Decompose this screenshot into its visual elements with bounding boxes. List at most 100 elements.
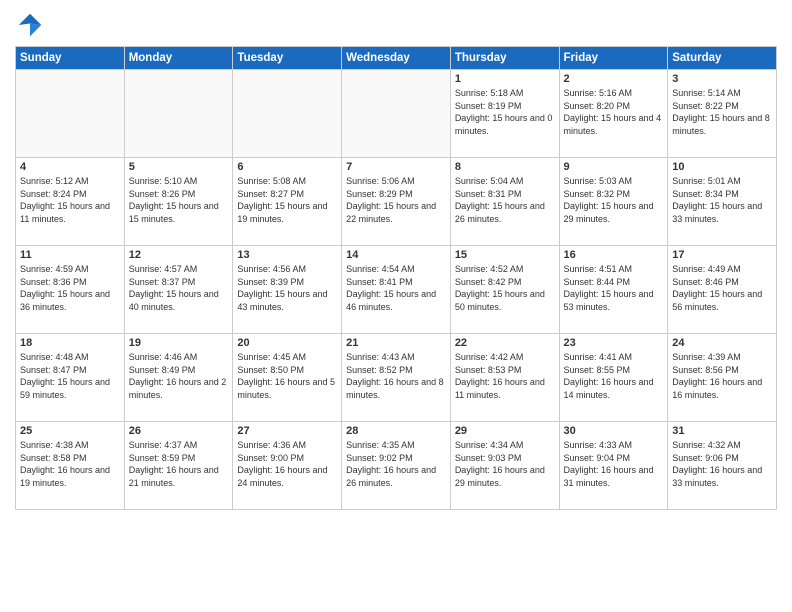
day-info: Sunrise: 5:12 AM Sunset: 8:24 PM Dayligh… xyxy=(20,175,120,225)
calendar-cell: 2 Sunrise: 5:16 AM Sunset: 8:20 PM Daylig… xyxy=(559,70,668,158)
day-info: Sunrise: 4:46 AM Sunset: 8:49 PM Dayligh… xyxy=(129,351,229,401)
day-number: 2 xyxy=(564,73,664,85)
day-info: Sunrise: 5:01 AM Sunset: 8:34 PM Dayligh… xyxy=(672,175,772,225)
page: SundayMondayTuesdayWednesdayThursdayFrid… xyxy=(0,0,792,612)
calendar-cell xyxy=(342,70,451,158)
calendar-cell: 9 Sunrise: 5:03 AM Sunset: 8:32 PM Daylig… xyxy=(559,158,668,246)
header xyxy=(15,10,777,40)
calendar-week-3: 11 Sunrise: 4:59 AM Sunset: 8:36 PM Dayli… xyxy=(16,246,777,334)
logo xyxy=(15,10,49,40)
day-info: Sunrise: 4:59 AM Sunset: 8:36 PM Dayligh… xyxy=(20,263,120,313)
calendar-cell: 22Sunrise: 4:42 AM Sunset: 8:53 PM Dayli… xyxy=(450,334,559,422)
calendar-cell: 15 Sunrise: 4:52 AM Sunset: 8:42 PM Dayli… xyxy=(450,246,559,334)
day-number: 25 xyxy=(20,425,120,437)
day-number: 17 xyxy=(672,249,772,261)
day-info: Sunrise: 4:42 AM Sunset: 8:53 PM Dayligh… xyxy=(455,351,555,401)
day-info: Sunrise: 4:41 AM Sunset: 8:55 PM Dayligh… xyxy=(564,351,664,401)
day-info: Sunrise: 4:36 AM Sunset: 9:00 PM Dayligh… xyxy=(237,439,337,489)
calendar-week-2: 4 Sunrise: 5:12 AM Sunset: 8:24 PM Daylig… xyxy=(16,158,777,246)
day-number: 27 xyxy=(237,425,337,437)
calendar-header-thursday: Thursday xyxy=(450,47,559,70)
day-info: Sunrise: 4:38 AM Sunset: 8:58 PM Dayligh… xyxy=(20,439,120,489)
day-info: Sunrise: 4:35 AM Sunset: 9:02 PM Dayligh… xyxy=(346,439,446,489)
day-number: 4 xyxy=(20,161,120,173)
calendar-header-wednesday: Wednesday xyxy=(342,47,451,70)
calendar: SundayMondayTuesdayWednesdayThursdayFrid… xyxy=(15,46,777,510)
day-number: 1 xyxy=(455,73,555,85)
day-info: Sunrise: 4:54 AM Sunset: 8:41 PM Dayligh… xyxy=(346,263,446,313)
day-info: Sunrise: 4:48 AM Sunset: 8:47 PM Dayligh… xyxy=(20,351,120,401)
day-number: 31 xyxy=(672,425,772,437)
calendar-cell: 5Sunrise: 5:10 AM Sunset: 8:26 PM Daylig… xyxy=(124,158,233,246)
day-info: Sunrise: 4:43 AM Sunset: 8:52 PM Dayligh… xyxy=(346,351,446,401)
day-info: Sunrise: 5:14 AM Sunset: 8:22 PM Dayligh… xyxy=(672,87,772,137)
day-number: 23 xyxy=(564,337,664,349)
calendar-week-5: 25 Sunrise: 4:38 AM Sunset: 8:58 PM Dayli… xyxy=(16,422,777,510)
calendar-header-friday: Friday xyxy=(559,47,668,70)
day-info: Sunrise: 5:16 AM Sunset: 8:20 PM Dayligh… xyxy=(564,87,664,137)
day-number: 14 xyxy=(346,249,446,261)
calendar-cell: 19 Sunrise: 4:46 AM Sunset: 8:49 PM Dayli… xyxy=(124,334,233,422)
calendar-cell: 30Sunrise: 4:33 AM Sunset: 9:04 PM Dayli… xyxy=(559,422,668,510)
day-info: Sunrise: 4:45 AM Sunset: 8:50 PM Dayligh… xyxy=(237,351,337,401)
calendar-header-row: SundayMondayTuesdayWednesdayThursdayFrid… xyxy=(16,47,777,70)
day-number: 20 xyxy=(237,337,337,349)
day-number: 16 xyxy=(564,249,664,261)
day-info: Sunrise: 4:51 AM Sunset: 8:44 PM Dayligh… xyxy=(564,263,664,313)
calendar-cell: 18 Sunrise: 4:48 AM Sunset: 8:47 PM Dayli… xyxy=(16,334,125,422)
calendar-header-saturday: Saturday xyxy=(668,47,777,70)
calendar-header-sunday: Sunday xyxy=(16,47,125,70)
calendar-cell: 24Sunrise: 4:39 AM Sunset: 8:56 PM Dayli… xyxy=(668,334,777,422)
day-info: Sunrise: 4:56 AM Sunset: 8:39 PM Dayligh… xyxy=(237,263,337,313)
day-number: 19 xyxy=(129,337,229,349)
day-number: 7 xyxy=(346,161,446,173)
calendar-cell xyxy=(233,70,342,158)
day-number: 3 xyxy=(672,73,772,85)
calendar-cell: 16 Sunrise: 4:51 AM Sunset: 8:44 PM Dayli… xyxy=(559,246,668,334)
day-info: Sunrise: 5:04 AM Sunset: 8:31 PM Dayligh… xyxy=(455,175,555,225)
calendar-cell: 20 Sunrise: 4:45 AM Sunset: 8:50 PM Dayli… xyxy=(233,334,342,422)
calendar-cell: 12Sunrise: 4:57 AM Sunset: 8:37 PM Dayli… xyxy=(124,246,233,334)
calendar-cell: 26 Sunrise: 4:37 AM Sunset: 8:59 PM Dayli… xyxy=(124,422,233,510)
logo-icon xyxy=(15,10,45,40)
day-info: Sunrise: 4:39 AM Sunset: 8:56 PM Dayligh… xyxy=(672,351,772,401)
day-number: 26 xyxy=(129,425,229,437)
calendar-cell: 31Sunrise: 4:32 AM Sunset: 9:06 PM Dayli… xyxy=(668,422,777,510)
day-info: Sunrise: 4:52 AM Sunset: 8:42 PM Dayligh… xyxy=(455,263,555,313)
day-info: Sunrise: 5:03 AM Sunset: 8:32 PM Dayligh… xyxy=(564,175,664,225)
day-number: 9 xyxy=(564,161,664,173)
calendar-cell: 7 Sunrise: 5:06 AM Sunset: 8:29 PM Daylig… xyxy=(342,158,451,246)
day-number: 13 xyxy=(237,249,337,261)
day-info: Sunrise: 4:37 AM Sunset: 8:59 PM Dayligh… xyxy=(129,439,229,489)
day-info: Sunrise: 4:34 AM Sunset: 9:03 PM Dayligh… xyxy=(455,439,555,489)
day-number: 10 xyxy=(672,161,772,173)
calendar-week-4: 18 Sunrise: 4:48 AM Sunset: 8:47 PM Dayli… xyxy=(16,334,777,422)
day-number: 11 xyxy=(20,249,120,261)
calendar-week-1: 1 Sunrise: 5:18 AM Sunset: 8:19 PM Daylig… xyxy=(16,70,777,158)
calendar-cell: 3 Sunrise: 5:14 AM Sunset: 8:22 PM Daylig… xyxy=(668,70,777,158)
day-number: 15 xyxy=(455,249,555,261)
calendar-cell: 29Sunrise: 4:34 AM Sunset: 9:03 PM Dayli… xyxy=(450,422,559,510)
calendar-cell: 13 Sunrise: 4:56 AM Sunset: 8:39 PM Dayli… xyxy=(233,246,342,334)
day-info: Sunrise: 5:08 AM Sunset: 8:27 PM Dayligh… xyxy=(237,175,337,225)
calendar-cell xyxy=(124,70,233,158)
calendar-cell: 27 Sunrise: 4:36 AM Sunset: 9:00 PM Dayli… xyxy=(233,422,342,510)
day-info: Sunrise: 5:06 AM Sunset: 8:29 PM Dayligh… xyxy=(346,175,446,225)
day-number: 6 xyxy=(237,161,337,173)
calendar-cell: 4 Sunrise: 5:12 AM Sunset: 8:24 PM Daylig… xyxy=(16,158,125,246)
calendar-cell: 28 Sunrise: 4:35 AM Sunset: 9:02 PM Dayli… xyxy=(342,422,451,510)
calendar-cell: 8 Sunrise: 5:04 AM Sunset: 8:31 PM Daylig… xyxy=(450,158,559,246)
calendar-cell: 23 Sunrise: 4:41 AM Sunset: 8:55 PM Dayli… xyxy=(559,334,668,422)
day-number: 18 xyxy=(20,337,120,349)
calendar-cell xyxy=(16,70,125,158)
calendar-cell: 6 Sunrise: 5:08 AM Sunset: 8:27 PM Daylig… xyxy=(233,158,342,246)
day-info: Sunrise: 4:49 AM Sunset: 8:46 PM Dayligh… xyxy=(672,263,772,313)
day-info: Sunrise: 5:18 AM Sunset: 8:19 PM Dayligh… xyxy=(455,87,555,137)
day-number: 5 xyxy=(129,161,229,173)
calendar-cell: 10 Sunrise: 5:01 AM Sunset: 8:34 PM Dayli… xyxy=(668,158,777,246)
calendar-cell: 14 Sunrise: 4:54 AM Sunset: 8:41 PM Dayli… xyxy=(342,246,451,334)
day-number: 28 xyxy=(346,425,446,437)
calendar-header-monday: Monday xyxy=(124,47,233,70)
day-number: 30 xyxy=(564,425,664,437)
day-number: 8 xyxy=(455,161,555,173)
